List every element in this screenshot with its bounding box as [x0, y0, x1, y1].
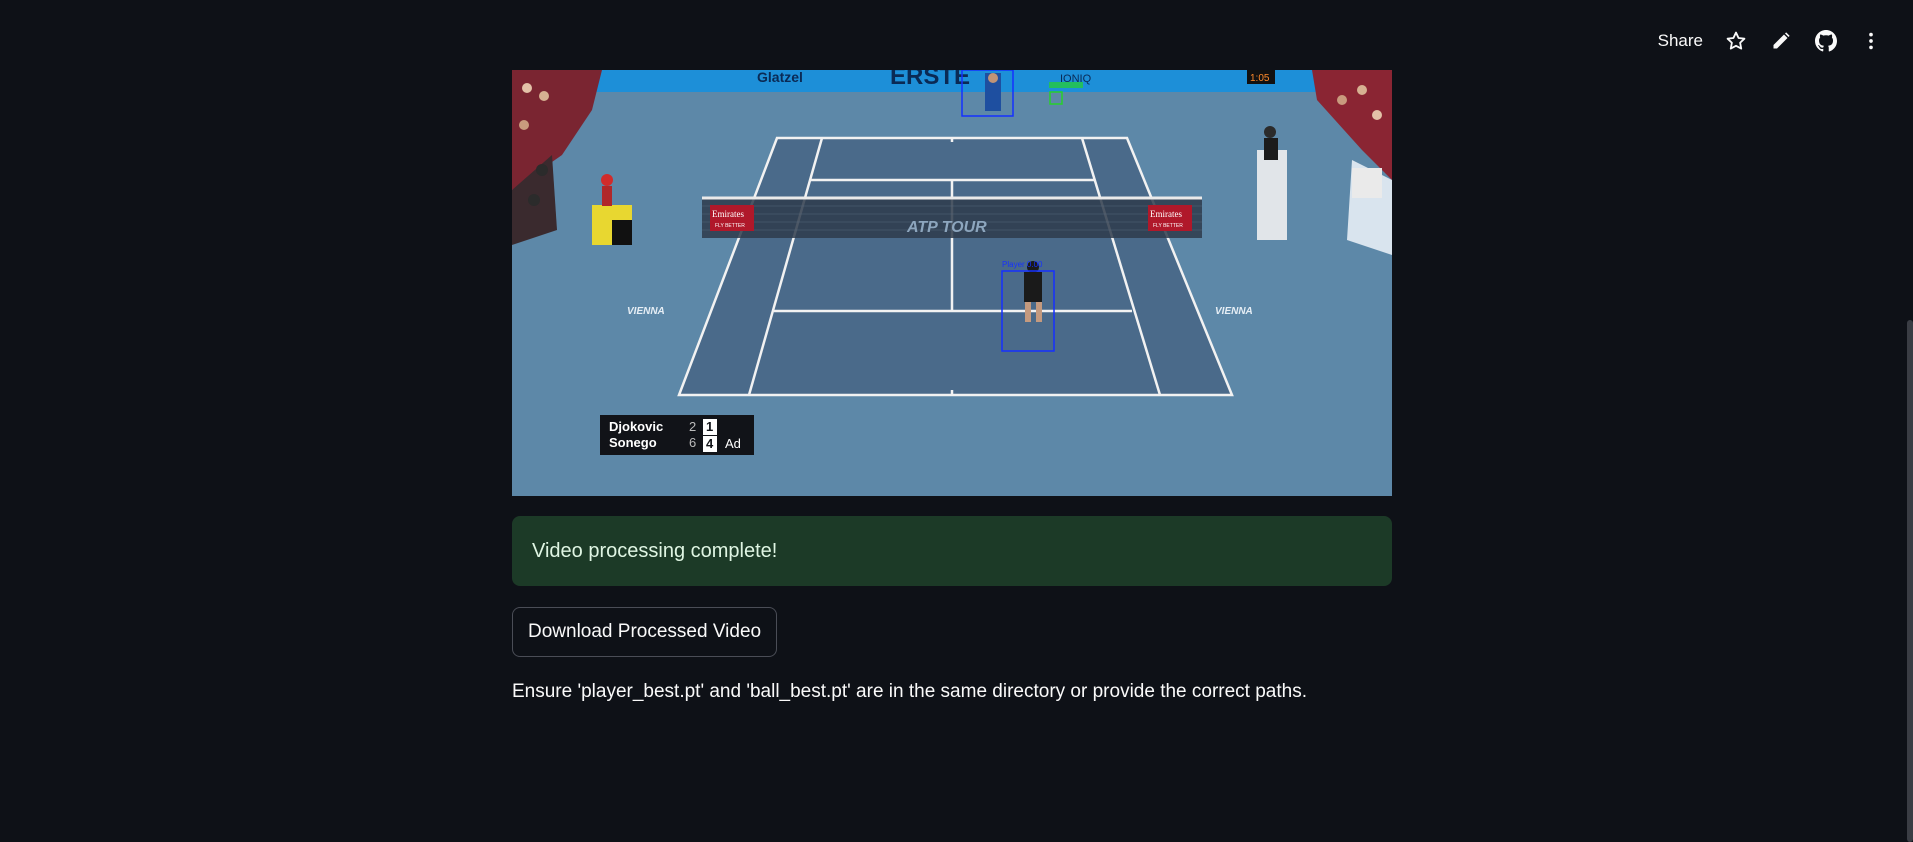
star-icon: [1726, 31, 1745, 50]
download-processed-video-button[interactable]: Download Processed Video: [512, 607, 778, 657]
github-icon: [1814, 30, 1837, 52]
clock: 1:05: [1250, 73, 1270, 84]
net-banner-left: Emirates: [712, 209, 744, 219]
page-scrollbar[interactable]: [1907, 320, 1913, 842]
pencil-icon: [1773, 32, 1790, 49]
share-button[interactable]: Share: [1648, 25, 1713, 57]
scoreboard-games-1: 1: [706, 419, 713, 434]
scoreboard: Djokovic 2 1 Sonego 6 4 Ad: [600, 415, 754, 455]
star-button[interactable]: [1713, 24, 1758, 58]
detection-label: Player 0.00: [1002, 260, 1043, 269]
atp-tour-logo: ATP TOUR: [906, 219, 987, 236]
vienna-left: VIENNA: [627, 306, 665, 317]
app-toolbar: Share: [1648, 24, 1893, 58]
net-banner-left-sub: FLY BETTER: [715, 223, 745, 229]
main-content: Glatzel ERSTE IONIQ 1:05 ATP TOUR Emirat…: [512, 70, 1392, 703]
scoreboard-name-2: Sonego: [609, 435, 657, 450]
success-alert: Video processing complete!: [512, 516, 1392, 586]
video-frame: Glatzel ERSTE IONIQ 1:05 ATP TOUR Emirat…: [512, 70, 1392, 496]
model-path-note: Ensure 'player_best.pt' and 'ball_best.p…: [512, 681, 1307, 702]
github-button[interactable]: [1803, 24, 1848, 58]
net-banner-right-sub: FLY BETTER: [1153, 223, 1183, 229]
sponsor-erste: ERSTE: [890, 70, 970, 90]
scoreboard-sets-2: 6: [689, 435, 696, 450]
main-menu-button[interactable]: [1848, 24, 1893, 58]
net-banner-right: Emirates: [1150, 209, 1182, 219]
processed-video-player[interactable]: Glatzel ERSTE IONIQ 1:05 ATP TOUR Emirat…: [512, 70, 1392, 496]
scoreboard-games-2: 4: [706, 436, 714, 451]
sponsor-glatzel: Glatzel: [757, 70, 803, 85]
edit-button[interactable]: [1758, 24, 1803, 58]
scoreboard-points-2: Ad: [725, 436, 741, 451]
scoreboard-name-1: Djokovic: [609, 419, 663, 434]
more-vertical-icon: [1868, 32, 1873, 50]
success-message: Video processing complete!: [532, 539, 778, 562]
scoreboard-sets-1: 2: [689, 419, 696, 434]
vienna-right: VIENNA: [1215, 306, 1253, 317]
